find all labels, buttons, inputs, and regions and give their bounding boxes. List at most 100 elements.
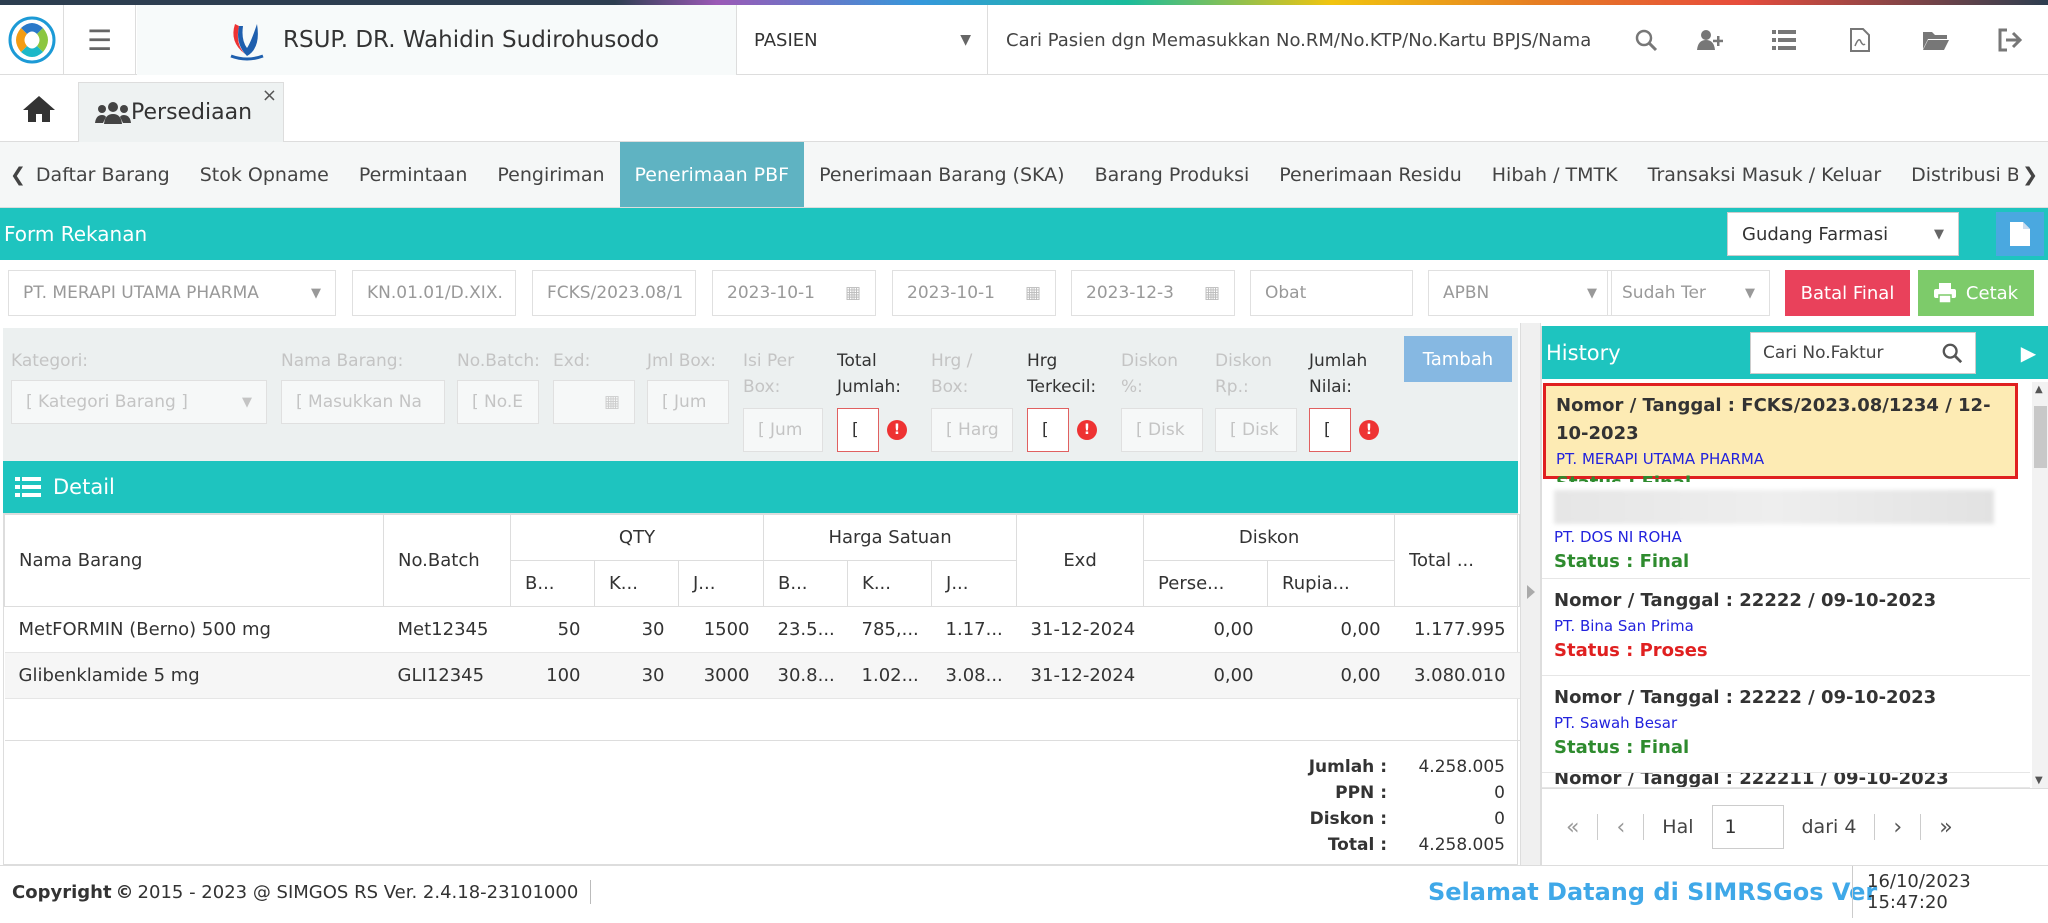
blurred-nomor [1554, 490, 1994, 524]
new-document-button[interactable] [1996, 212, 2044, 256]
tab-hibah-tmtk[interactable]: Hibah / TMTK [1477, 142, 1633, 207]
home-button[interactable] [0, 76, 78, 142]
cell-total: 3.080.010 [1394, 652, 1520, 699]
tab-pengiriman[interactable]: Pengiriman [482, 142, 619, 207]
total-jumlah-label: Total Jumlah: [837, 351, 901, 397]
status-select[interactable]: Sudah Ter ▼ [1607, 270, 1770, 316]
folder-icon[interactable] [1906, 5, 1966, 75]
col-no-batch[interactable]: No.Batch [383, 514, 511, 607]
prev-page-icon[interactable]: ‹ [1616, 815, 1625, 840]
gudang-select[interactable]: Gudang Farmasi ▼ [1727, 212, 1959, 256]
scrollbar-thumb[interactable] [2034, 406, 2047, 468]
col-qty-box[interactable]: B... [510, 560, 595, 607]
diskon-persen-input[interactable]: [ Disk [1121, 408, 1203, 452]
patient-search-input[interactable]: Cari Pasien dgn Memasukkan No.RM/No.KTP/… [1006, 5, 1591, 75]
caret-down-icon: ▼ [960, 32, 971, 48]
tab-transaksi-masuk-keluar[interactable]: Transaksi Masuk / Keluar [1633, 142, 1897, 207]
history-item[interactable]: Nomor / Tanggal : 222211 / 09-10-2023 [1542, 773, 2030, 788]
diskon-rp-input[interactable]: [ Disk [1215, 408, 1297, 452]
history-item[interactable]: Nomor / Tanggal : 22222 / 09-10-2023 PT.… [1542, 579, 2030, 676]
search-icon[interactable] [1941, 342, 1963, 364]
next-page-icon[interactable]: › [1893, 815, 1902, 840]
tab-penerimaan-residu[interactable]: Penerimaan Residu [1264, 142, 1477, 207]
col-qty-jumlah[interactable]: J... [677, 560, 765, 607]
cetak-button[interactable]: Cetak [1918, 270, 2034, 316]
page-number-input[interactable]: 1 [1711, 805, 1784, 849]
no-kontrak-input[interactable]: KN.01.01/D.XIX. [352, 270, 516, 316]
jenis-input[interactable]: Obat [1250, 270, 1413, 316]
pdf-icon[interactable] [1830, 5, 1890, 75]
no-batch-input[interactable]: [ No.E [457, 380, 539, 424]
tab-stok-opname[interactable]: Stok Opname [185, 142, 344, 207]
tabs-scroll-right-icon[interactable]: ❯ [2018, 142, 2048, 207]
col-exd[interactable]: Exd [1016, 514, 1145, 607]
tabs-scroll-left-icon[interactable]: ❮ [0, 142, 30, 207]
history-item[interactable]: Nomor / Tanggal : 22222 / 09-10-2023 PT.… [1542, 676, 2030, 773]
tab-barang-produksi[interactable]: Barang Produksi [1080, 142, 1265, 207]
scroll-down-icon[interactable]: ▼ [2035, 775, 2043, 786]
rekanan-select[interactable]: PT. MERAPI UTAMA PHARMA ▼ [8, 270, 336, 316]
col-harga-box[interactable]: B... [763, 560, 849, 607]
nama-barang-input[interactable]: [ Masukkan Na [281, 380, 445, 424]
hamburger-menu-button[interactable]: ☰ [64, 5, 136, 75]
col-total[interactable]: Total ... [1394, 514, 1521, 607]
history-item-nomor: Nomor / Tanggal : 22222 / 09-10-2023 [1554, 687, 1937, 708]
tanggal-terima-input[interactable]: 2023-10-1 ▦ [892, 270, 1056, 316]
tab-penerimaan-pbf[interactable]: Penerimaan PBF [619, 142, 805, 207]
col-harga-kecil[interactable]: K... [847, 560, 933, 607]
list-icon[interactable] [1754, 5, 1814, 75]
batal-final-button[interactable]: Batal Final [1785, 270, 1910, 316]
tanggal-faktur-input[interactable]: 2023-10-1 ▦ [712, 270, 876, 316]
calendar-icon[interactable]: ▦ [604, 392, 620, 412]
calendar-icon[interactable]: ▦ [1025, 283, 1041, 303]
calendar-icon[interactable]: ▦ [845, 283, 861, 303]
col-nama-barang[interactable]: Nama Barang [4, 514, 384, 607]
app-logo[interactable] [0, 5, 64, 75]
add-user-icon[interactable] [1680, 5, 1740, 75]
sumber-dana-select[interactable]: APBN ▼ [1428, 270, 1612, 316]
close-tab-icon[interactable]: × [262, 85, 277, 106]
cell-harga-jumlah: 3.08... [931, 652, 1017, 699]
tab-penerimaan-barang-ska[interactable]: Penerimaan Barang (SKA) [804, 142, 1079, 207]
tab-permintaan[interactable]: Permintaan [344, 142, 483, 207]
tab-distribusi-barang[interactable]: Distribusi Barang [1896, 142, 2018, 207]
exd-input[interactable]: ▦ [553, 380, 635, 424]
hrg-box-label: Hrg / Box: [931, 351, 973, 397]
jml-box-input[interactable]: [ Jum [647, 380, 729, 424]
first-page-icon[interactable]: « [1566, 815, 1579, 840]
patient-type-select[interactable]: PASIEN ▼ [738, 5, 988, 75]
patient-type-value: PASIEN [754, 29, 818, 51]
history-collapse-icon[interactable]: ▶ [2008, 326, 2048, 379]
table-row[interactable]: Glibenklamide 5 mg GLI12345 100 30 3000 … [4, 652, 1520, 699]
history-item-nomor: Nomor / Tanggal : 222211 / 09-10-2023 [1554, 773, 1949, 788]
tab-persediaan[interactable]: Persediaan × [78, 82, 284, 142]
logout-icon[interactable] [1980, 5, 2040, 75]
cell-diskon-rupiah: 0,00 [1267, 606, 1395, 653]
no-faktur-input[interactable]: FCKS/2023.08/1 [532, 270, 696, 316]
panel-splitter[interactable] [1520, 323, 1541, 865]
history-item-selected[interactable]: Nomor / Tanggal : FCKS/2023.08/1234 / 12… [1543, 383, 2018, 494]
total-jumlah-input[interactable]: [ [837, 408, 879, 452]
last-page-icon[interactable]: » [1939, 815, 1952, 840]
nama-barang-label: Nama Barang: [281, 351, 404, 371]
hrg-terkecil-input[interactable]: [ [1027, 408, 1069, 452]
kategori-select[interactable]: [ Kategori Barang ] ▼ [11, 380, 267, 424]
table-row[interactable]: MetFORMIN (Berno) 500 mg Met12345 50 30 … [4, 606, 1520, 653]
hrg-box-input[interactable]: [ Harg [931, 408, 1013, 452]
col-qty-isi[interactable]: K... [594, 560, 679, 607]
history-item[interactable]: PT. DOS NI ROHA Status : Final [1542, 482, 2030, 579]
tambah-button[interactable]: Tambah [1404, 336, 1512, 382]
tab-daftar-barang[interactable]: Daftar Barang [30, 142, 185, 207]
jumlah-nilai-input[interactable]: [ [1309, 408, 1351, 452]
history-search-input[interactable]: Cari No.Faktur [1750, 332, 1976, 374]
isi-per-box-input[interactable]: [ Jum [743, 408, 823, 452]
scroll-up-icon[interactable]: ▲ [2035, 384, 2043, 395]
col-diskon-rupiah[interactable]: Rupia... [1267, 560, 1396, 607]
error-icon: ! [1359, 420, 1379, 440]
col-harga-jumlah[interactable]: J... [931, 560, 1018, 607]
tanggal-jatuh-tempo-input[interactable]: 2023-12-3 ▦ [1071, 270, 1235, 316]
col-diskon-persen[interactable]: Perse... [1143, 560, 1269, 607]
history-scrollbar[interactable]: ▲ ▼ [2032, 382, 2048, 788]
search-icon[interactable] [1616, 5, 1676, 75]
calendar-icon[interactable]: ▦ [1204, 283, 1220, 303]
